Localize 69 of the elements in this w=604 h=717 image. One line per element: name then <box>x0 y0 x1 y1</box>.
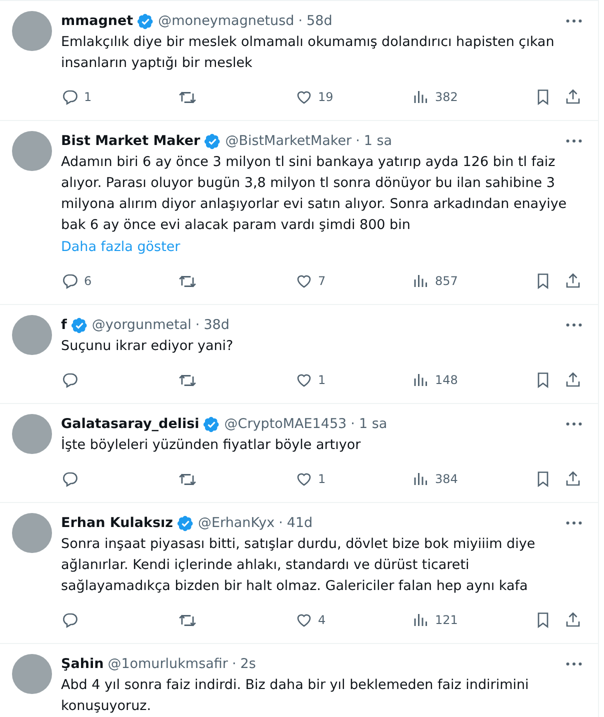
more-options-icon[interactable] <box>566 422 582 426</box>
author-name[interactable]: mmagnet <box>61 11 134 31</box>
reply-count: 1 <box>84 90 92 104</box>
user-handle[interactable]: @yorgunmetal <box>92 315 192 335</box>
reply-icon[interactable] <box>61 611 79 629</box>
post-time[interactable]: 38d <box>204 315 230 335</box>
post-text: İşte böyleleri yüzünden fiyatlar böyle artıyor <box>61 436 362 455</box>
reply-icon[interactable] <box>61 272 79 290</box>
user-handle[interactable]: @BistMarketMaker <box>225 131 352 151</box>
user-handle[interactable]: @moneymagnetusd <box>158 11 294 31</box>
post-time[interactable]: 1 sa <box>358 414 388 434</box>
reply-icon[interactable] <box>61 470 79 488</box>
separator-dot: · <box>298 12 303 31</box>
views-chart-icon[interactable] <box>412 272 430 290</box>
reply-icon[interactable] <box>61 371 79 389</box>
separator-dot: · <box>195 316 200 335</box>
author-name[interactable]: Erhan Kulaksız <box>61 513 173 533</box>
view-count: 148 <box>435 373 458 387</box>
like-count: 1 <box>318 472 326 486</box>
avatar-placeholder[interactable] <box>12 654 52 694</box>
like-count: 4 <box>318 613 326 627</box>
more-options-icon[interactable] <box>566 521 582 525</box>
view-count: 857 <box>435 274 458 288</box>
reply-count: 6 <box>84 274 92 288</box>
user-handle[interactable]: @ErhanKyx <box>198 513 275 533</box>
avatar-placeholder[interactable] <box>12 315 52 355</box>
author-name[interactable]: Galatasaray_delisi <box>61 414 200 434</box>
post-time[interactable]: 1 sa <box>364 131 392 151</box>
share-icon[interactable] <box>564 371 582 389</box>
avatar-placeholder[interactable] <box>12 131 52 171</box>
author-name[interactable]: f <box>61 315 67 335</box>
views-chart-icon[interactable] <box>412 470 430 488</box>
post-text: Adamın biri 6 ay önce 3 milyon tl sini bankaya yatırıp ayda 126 bin tl faiz alıyor. Parası oluyor bugün 3,8 milyon tl sonra dönüyor bu ilan sahibine 3 milyona alırım diyor anlaşıyorlar evi satın alıyor. Sonra arkadından enayiye bak 6 ay önce evi alacak param vardı şimdi 800 bin <box>61 153 568 235</box>
view-count: 121 <box>435 613 458 627</box>
reply-icon[interactable] <box>61 88 79 106</box>
separator-dot: · <box>350 415 355 434</box>
author-name[interactable]: Bist Market Maker <box>61 131 200 151</box>
views-chart-icon[interactable] <box>412 88 430 106</box>
more-options-icon[interactable] <box>566 139 582 143</box>
post-time[interactable]: 2s <box>240 654 256 674</box>
share-icon[interactable] <box>564 88 582 106</box>
author-name[interactable]: Şahin <box>61 654 104 674</box>
user-handle[interactable]: @CryptoMAE1453 <box>224 414 347 434</box>
separator-dot: · <box>356 132 360 151</box>
avatar-placeholder[interactable] <box>12 414 52 454</box>
share-icon[interactable] <box>564 611 582 629</box>
views-chart-icon[interactable] <box>412 611 430 629</box>
view-count: 384 <box>435 472 458 486</box>
post-text: Sonra inşaat piyasası bitti, satışlar durdu, dövlet bize bok miyiiim diye ağlanırlar. Kendi içlerinde ahlakı, standardı ve dürüst ticareti sağlayamadıkça bizden bir halt olmaz. Galericiler falan hep aynı kafa <box>61 535 536 596</box>
avatar-placeholder[interactable] <box>12 11 52 51</box>
share-icon[interactable] <box>564 272 582 290</box>
more-options-icon[interactable] <box>566 19 582 23</box>
post-time[interactable]: 58d <box>306 11 332 31</box>
separator-dot: · <box>232 655 236 674</box>
post-text: Emlakçılık diye bir meslek olmamalı okumamış dolandırıcı hapisten çıkan insanların yaptığı bir meslek <box>61 33 556 73</box>
post-text: Abd 4 yıl sonra faiz indirdi. Biz daha bir yıl beklemeden faiz indirimini konuşuyoruz. <box>61 676 530 716</box>
like-count: 1 <box>318 373 326 387</box>
avatar-placeholder[interactable] <box>12 513 52 553</box>
like-count: 19 <box>318 90 334 104</box>
share-icon[interactable] <box>564 470 582 488</box>
post-time[interactable]: 41d <box>286 513 313 533</box>
more-options-icon[interactable] <box>566 662 582 666</box>
view-count: 382 <box>435 90 458 104</box>
like-count: 7 <box>318 274 326 288</box>
separator-dot: · <box>278 514 283 533</box>
views-chart-icon[interactable] <box>412 371 430 389</box>
user-handle[interactable]: @1omurlukmsafir <box>108 654 228 674</box>
post-text: Suçunu ikrar ediyor yani? <box>61 337 234 356</box>
more-options-icon[interactable] <box>566 323 582 327</box>
